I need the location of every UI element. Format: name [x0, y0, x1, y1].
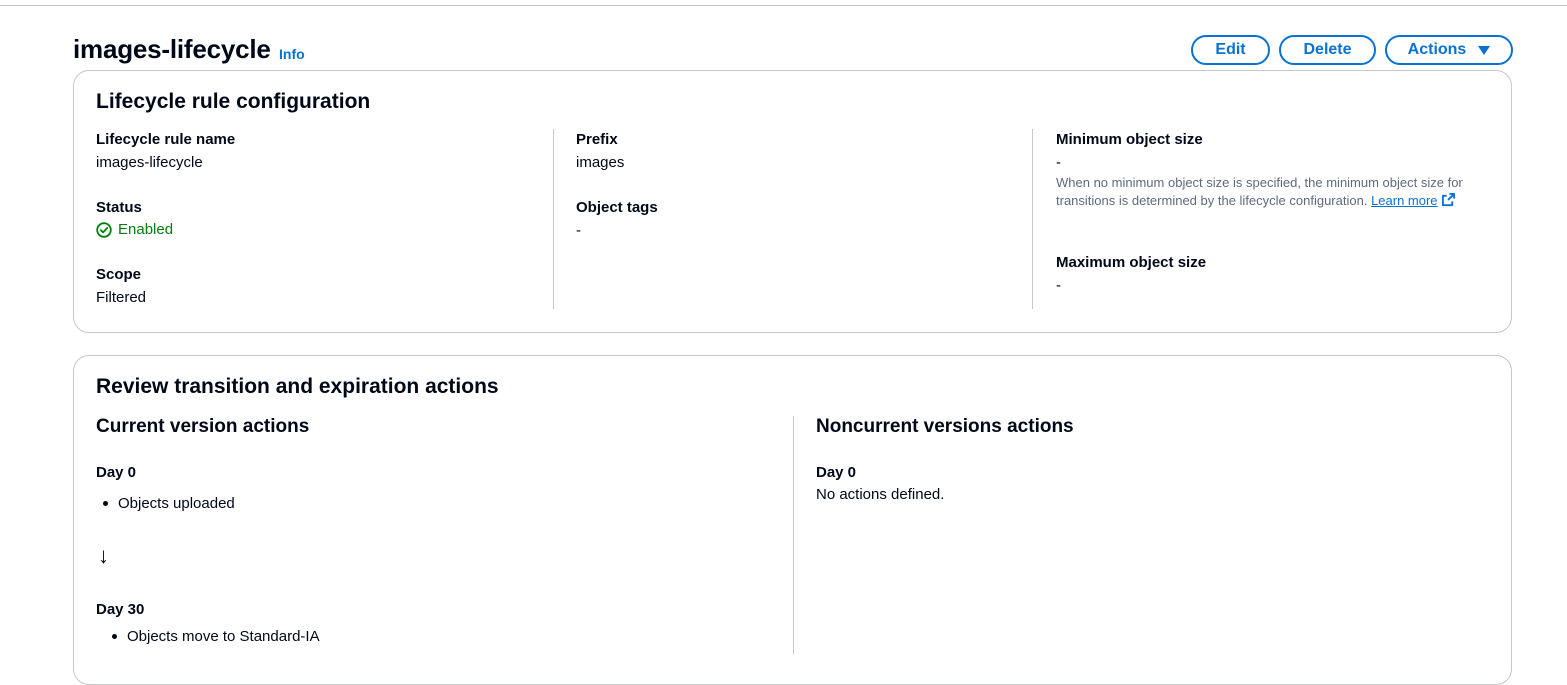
scope-label: Scope — [96, 266, 142, 283]
current-day30-label: Day 30 — [96, 601, 145, 618]
column-divider — [793, 416, 794, 654]
config-panel-title: Lifecycle rule configuration — [96, 90, 371, 113]
list-item: Objects uploaded — [103, 495, 235, 512]
learn-more-text: Learn more — [1371, 193, 1438, 208]
status-value: Enabled — [96, 221, 173, 238]
min-size-label: Minimum object size — [1056, 131, 1203, 148]
prefix-value: images — [576, 154, 625, 171]
current-version-title: Current version actions — [96, 416, 310, 437]
actions-dropdown-button[interactable]: Actions — [1385, 35, 1513, 65]
noncurrent-day0-label: Day 0 — [816, 464, 857, 481]
current-day30-item: Objects move to Standard-IA — [127, 628, 320, 645]
object-tags-label: Object tags — [576, 199, 658, 216]
noncurrent-version-title: Noncurrent versions actions — [816, 416, 1074, 437]
noncurrent-day0-text: No actions defined. — [816, 486, 945, 503]
rule-name-value: images-lifecycle — [96, 154, 203, 171]
page-header: images-lifecycle Info Edit Delete Action… — [73, 30, 1513, 70]
status-label: Status — [96, 199, 142, 216]
status-text: Enabled — [118, 221, 174, 238]
column-divider — [1032, 129, 1033, 309]
review-actions-panel: Review transition and expiration actions… — [73, 355, 1512, 685]
current-day0-label: Day 0 — [96, 464, 137, 481]
lifecycle-config-panel: Lifecycle rule configuration Lifecycle r… — [73, 70, 1512, 333]
external-link-icon — [1441, 192, 1455, 207]
edit-button[interactable]: Edit — [1191, 35, 1270, 65]
caret-down-icon — [1478, 45, 1491, 55]
column-divider — [553, 129, 554, 309]
page-title: images-lifecycle — [73, 34, 271, 64]
learn-more-link[interactable]: Learn more — [1371, 192, 1455, 208]
rule-name-label: Lifecycle rule name — [96, 131, 236, 148]
status-success-icon — [96, 221, 112, 238]
object-tags-value: - — [576, 222, 581, 239]
bullet-dot — [103, 501, 108, 506]
list-item: Objects move to Standard-IA — [112, 628, 320, 645]
min-size-description: When no minimum object size is specified… — [1056, 174, 1486, 210]
arrow-down-icon: ↓ — [98, 543, 109, 568]
top-border — [0, 5, 1567, 6]
scope-value: Filtered — [96, 289, 147, 306]
min-size-value: - — [1056, 154, 1061, 171]
info-link[interactable]: Info — [279, 46, 305, 62]
review-panel-title: Review transition and expiration actions — [96, 375, 499, 398]
actions-label: Actions — [1407, 41, 1467, 58]
bullet-dot — [112, 634, 117, 639]
max-size-value: - — [1056, 277, 1061, 294]
prefix-label: Prefix — [576, 131, 618, 148]
current-day0-item: Objects uploaded — [118, 495, 235, 512]
max-size-label: Maximum object size — [1056, 254, 1207, 271]
delete-button[interactable]: Delete — [1279, 35, 1376, 65]
